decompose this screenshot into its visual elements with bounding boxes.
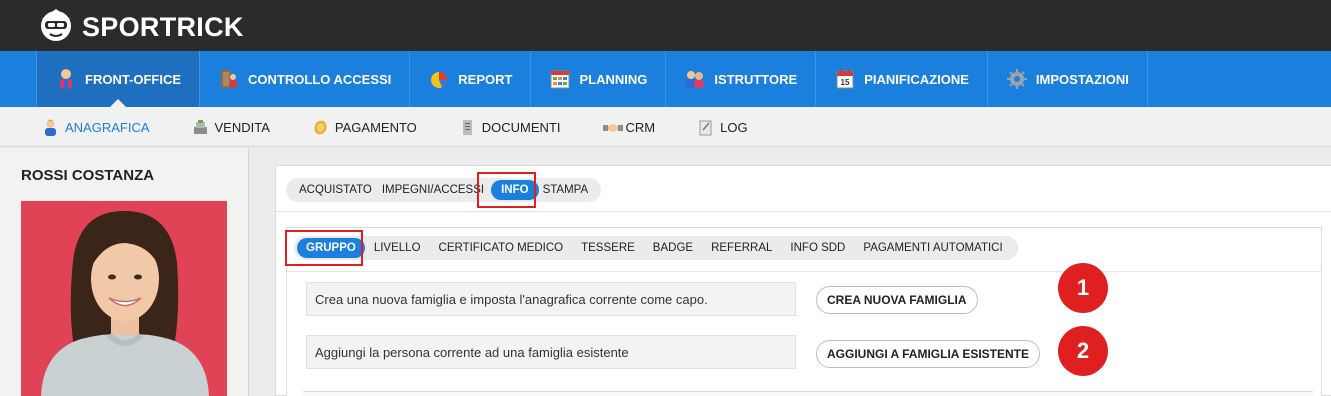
create-family-description: Crea una nuova famiglia e imposta l'anag… [306,282,796,316]
nav-item-istruttore[interactable]: ISTRUTTORE [666,51,817,107]
person-icon [55,68,77,90]
subnav-item-vendita[interactable]: VENDITA [192,119,270,136]
tab-referral[interactable]: REFERRAL [702,238,781,258]
next-section-edge [303,391,1313,396]
user-icon [42,119,59,136]
tab-certificato-medico[interactable]: CERTIFICATO MEDICO [430,238,573,258]
secondary-tabs: GRUPPO LIVELLO CERTIFICATO MEDICO TESSER… [294,236,1018,260]
primary-tabs: ACQUISTATO IMPEGNI/ACCESSI INFO STAMPA [286,178,602,202]
top-bar: SPORTRICK [0,0,1331,51]
nav-item-planning[interactable]: PLANNING [531,51,667,107]
handshake-icon [602,119,623,136]
pie-chart-icon [428,68,450,90]
tab-badge[interactable]: BADGE [644,238,702,258]
nav-item-label: PIANIFICAZIONE [864,71,969,87]
nav-item-label: FRONT-OFFICE [85,71,182,87]
nav-item-label: CONTROLLO ACCESSI [248,71,392,87]
nav-item-controllo-accessi[interactable]: CONTROLLO ACCESSI [200,51,411,107]
divider [276,211,1331,212]
log-icon [697,119,714,136]
brand-name: SPORTRICK [82,12,244,42]
cash-register-icon [192,119,209,136]
nav-item-report[interactable]: REPORT [410,51,532,107]
tab-livello[interactable]: LIVELLO [365,238,430,258]
gear-icon [1006,68,1028,90]
subnav-item-label: LOG [720,119,748,135]
step-badge-2: 2 [1058,326,1108,376]
sub-nav: ANAGRAFICA VENDITA PAGAMENTO DOCUMENTI C… [0,107,1331,147]
tab-pagamenti-automatici[interactable]: PAGAMENTI AUTOMATICI [854,238,1011,258]
person-photo[interactable] [21,201,227,396]
step-badge-1: 1 [1058,263,1108,313]
add-to-family-button[interactable]: AGGIUNGI A FAMIGLIA ESISTENTE [816,340,1041,368]
subnav-item-label: ANAGRAFICA [65,119,150,135]
divider [287,271,1321,272]
tab-tessere[interactable]: TESSERE [572,238,644,258]
nav-item-front-office[interactable]: FRONT-OFFICE [37,51,201,108]
add-family-description: Aggiungi la persona corrente ad una fami… [306,335,796,369]
subnav-item-label: VENDITA [214,119,270,135]
tab-info-sdd[interactable]: INFO SDD [781,238,854,258]
info-tab-highlight [477,172,536,208]
nav-item-label: ISTRUTTORE [714,71,798,87]
tab-stampa[interactable]: STAMPA [541,180,594,200]
tab-impegni-accessi[interactable]: IMPEGNI/ACCESSI [377,180,489,200]
subnav-item-label: PAGAMENTO [334,119,417,135]
coin-icon [312,119,329,136]
subnav-item-label: DOCUMENTI [481,119,561,135]
add-family-row: Aggiungi la persona corrente ad una fami… [306,334,796,370]
main-nav: FRONT-OFFICE CONTROLLO ACCESSI REPORT PL… [0,51,1331,108]
create-family-button[interactable]: CREA NUOVA FAMIGLIA [816,286,978,314]
subnav-item-log[interactable]: LOG [697,119,748,136]
nav-item-label: IMPOSTAZIONI [1035,71,1129,87]
person-panel: ROSSI COSTANZA [0,148,249,396]
calendar-grid-icon [549,68,571,90]
instructors-icon [684,68,706,90]
nav-item-label: PLANNING [579,71,648,87]
subnav-item-label: CRM [625,119,656,135]
person-name: ROSSI COSTANZA [21,167,155,184]
tab-acquistato[interactable]: ACQUISTATO [294,180,377,200]
subnav-item-crm[interactable]: CRM [602,119,656,136]
info-panel: GRUPPO LIVELLO CERTIFICATO MEDICO TESSER… [285,227,1322,396]
nav-item-pianificazione[interactable]: 15 PIANIFICAZIONE [816,51,988,107]
sportrick-logo-icon [36,5,76,50]
access-control-icon [218,68,240,90]
svg-text:15: 15 [841,78,850,87]
nav-item-impostazioni[interactable]: IMPOSTAZIONI [988,51,1148,107]
brand-logo[interactable]: SPORTRICK [36,5,244,50]
calendar-icon: 15 [834,68,856,90]
detail-panel: ACQUISTATO IMPEGNI/ACCESSI INFO STAMPA G… [275,165,1331,396]
document-icon [459,119,476,136]
subnav-item-anagrafica[interactable]: ANAGRAFICA [42,119,150,136]
nav-item-label: REPORT [458,71,513,87]
gruppo-tab-highlight [285,230,363,266]
subnav-item-pagamento[interactable]: PAGAMENTO [312,119,417,136]
subnav-item-documenti[interactable]: DOCUMENTI [459,119,561,136]
create-family-row: Crea una nuova famiglia e imposta l'anag… [306,281,796,317]
